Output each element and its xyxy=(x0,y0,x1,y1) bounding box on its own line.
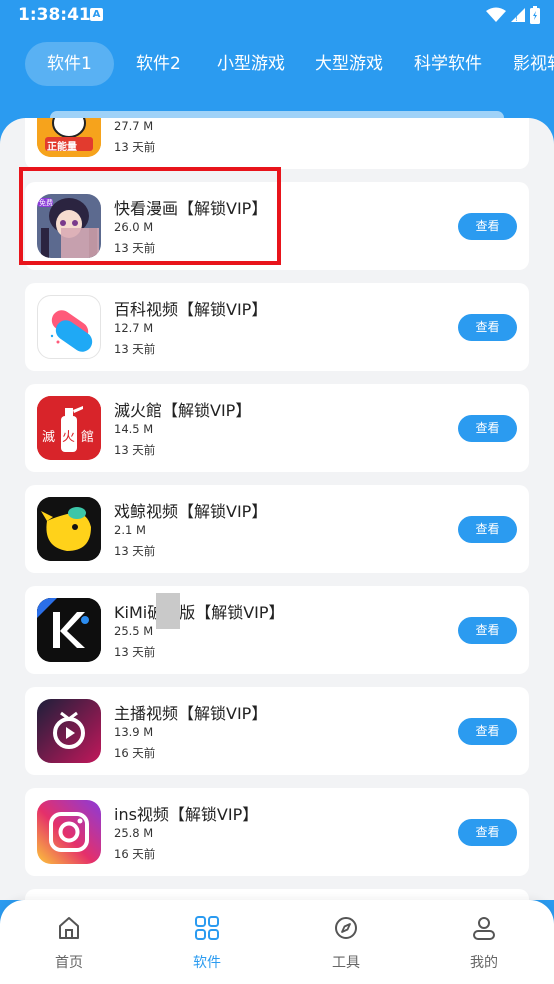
kimi-icon xyxy=(37,598,101,662)
miehuo-left-char: 滅 xyxy=(42,430,56,445)
app-size: 25.5 M xyxy=(114,624,154,638)
list-item[interactable]: 滅 火 館 滅火館【解锁VIP】 14.5 M 13 天前 查看 xyxy=(25,384,529,472)
zhubo-icon xyxy=(37,699,101,763)
svg-text:!: ! xyxy=(515,15,518,23)
highlight-box xyxy=(19,167,281,265)
app-name: 百科视频【解锁VIP】 xyxy=(114,300,268,319)
view-button[interactable]: 查看 xyxy=(458,819,517,846)
baike-icon xyxy=(37,295,101,359)
app-name: 戏鲸视频【解锁VIP】 xyxy=(114,502,268,521)
app-size: 2.1 M xyxy=(114,523,146,537)
notification-icon: A xyxy=(90,8,103,21)
app-name: 滅火館【解锁VIP】 xyxy=(114,401,252,420)
blur-patch xyxy=(156,593,180,629)
nav-profile[interactable]: 我的 xyxy=(444,914,524,972)
view-button[interactable]: 查看 xyxy=(458,718,517,745)
app-date: 13 天前 xyxy=(114,443,156,457)
tab-small-games[interactable]: 小型游戏 xyxy=(195,42,307,86)
user-icon xyxy=(473,917,495,940)
view-button[interactable]: 查看 xyxy=(458,415,517,442)
ins-icon xyxy=(37,800,101,864)
tab-software-1[interactable]: 软件1 xyxy=(25,42,114,86)
app-date: 13 天前 xyxy=(114,645,156,659)
list-item[interactable] xyxy=(25,889,529,900)
grid-icon xyxy=(195,916,219,940)
miehuo-icon: 滅 火 館 xyxy=(37,396,101,460)
miehuo-right-char: 館 xyxy=(81,430,95,445)
app-size: 12.7 M xyxy=(114,321,154,335)
app-size: 27.7 M xyxy=(114,119,154,133)
nav-home[interactable]: 首页 xyxy=(29,914,109,972)
app-size: 14.5 M xyxy=(114,422,154,436)
nav-tools[interactable]: 工具 xyxy=(306,914,386,972)
app-date: 16 天前 xyxy=(114,847,156,861)
signal-icon: ! xyxy=(511,8,525,23)
list-item[interactable]: 正能量 27.7 M 13 天前 查看 xyxy=(25,118,529,169)
xijing-icon xyxy=(37,497,101,561)
compass-icon xyxy=(335,917,357,939)
tab-video-software[interactable]: 影视软件 xyxy=(491,42,554,86)
app-size: 13.9 M xyxy=(114,725,154,739)
battery-icon xyxy=(530,6,540,24)
status-bar: 1:38:41 A ! xyxy=(0,0,554,32)
nav-software[interactable]: 软件 xyxy=(167,914,247,972)
status-time: 1:38:41 xyxy=(18,5,91,25)
view-button[interactable]: 查看 xyxy=(458,213,517,240)
app-name: ins视频【解锁VIP】 xyxy=(114,805,259,824)
list-item[interactable]: KiMi破解版【解锁VIP】 25.5 M 13 天前 查看 xyxy=(25,586,529,674)
view-button[interactable]: 查看 xyxy=(458,516,517,543)
tab-large-games[interactable]: 大型游戏 xyxy=(293,42,405,86)
nav-label: 软件 xyxy=(193,955,221,971)
wifi-icon xyxy=(486,7,506,22)
tab-software-2[interactable]: 软件2 xyxy=(114,42,203,86)
view-button[interactable]: 查看 xyxy=(458,617,517,644)
nav-label: 首页 xyxy=(55,955,83,971)
zhengneng-icon-text: 正能量 xyxy=(47,142,77,153)
miehuo-mid-char: 火 xyxy=(62,430,76,445)
nav-label: 我的 xyxy=(470,955,498,971)
app-date: 13 天前 xyxy=(114,140,156,154)
app-date: 13 天前 xyxy=(114,544,156,558)
app-name: 主播视频【解锁VIP】 xyxy=(114,704,268,723)
app-date: 13 天前 xyxy=(114,342,156,356)
category-tabs: 软件1 软件2 小型游戏 大型游戏 科学软件 影视软件 xyxy=(0,40,554,88)
app-date: 16 天前 xyxy=(114,746,156,760)
bottom-nav: 首页 软件 工具 我的 xyxy=(0,900,554,984)
app-name: KiMi破解版【解锁VIP】 xyxy=(114,603,285,622)
list-item[interactable]: 戏鲸视频【解锁VIP】 2.1 M 13 天前 查看 xyxy=(25,485,529,573)
app-size: 25.8 M xyxy=(114,826,154,840)
list-item[interactable]: ins视频【解锁VIP】 25.8 M 16 天前 查看 xyxy=(25,788,529,876)
nav-label: 工具 xyxy=(332,955,360,971)
view-button[interactable]: 查看 xyxy=(458,314,517,341)
home-icon xyxy=(59,917,79,939)
list-item[interactable]: 主播视频【解锁VIP】 13.9 M 16 天前 查看 xyxy=(25,687,529,775)
list-item[interactable]: 百科视频【解锁VIP】 12.7 M 13 天前 查看 xyxy=(25,283,529,371)
zhengneng-icon: 正能量 xyxy=(37,118,101,157)
tab-science-software[interactable]: 科学软件 xyxy=(392,42,504,86)
status-icons: ! xyxy=(486,6,540,24)
